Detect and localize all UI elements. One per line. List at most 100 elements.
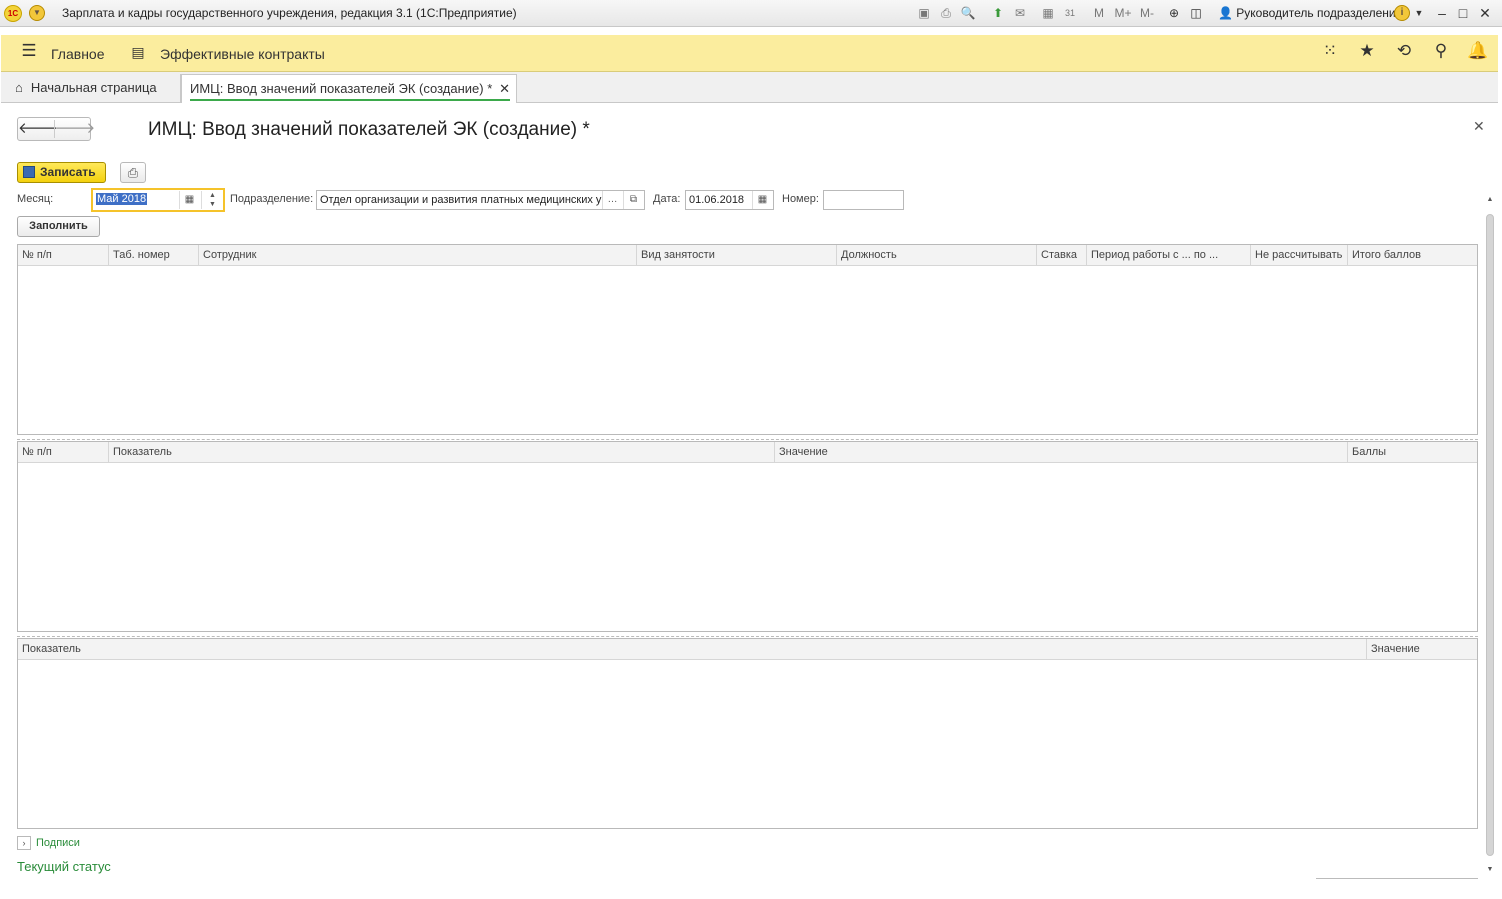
main-menu-dropdown-icon[interactable]: ▼ bbox=[29, 5, 45, 21]
active-tab-indicator bbox=[190, 99, 510, 101]
form-title: ИМЦ: Ввод значений показателей ЭК (созда… bbox=[148, 119, 590, 140]
window-titlebar: 1С ▼ Зарплата и кадры государственного у… bbox=[0, 0, 1502, 27]
calendar-icon[interactable]: 31 bbox=[1062, 5, 1078, 22]
history-icon[interactable]: ⟲ bbox=[1392, 41, 1416, 61]
search-icon[interactable]: ⚲ bbox=[1429, 41, 1453, 61]
current-status-label: Текущий статус bbox=[17, 859, 111, 874]
user-icon: 👤 bbox=[1218, 6, 1233, 20]
col-row-number[interactable]: № п/п bbox=[18, 442, 108, 462]
info-icon[interactable]: i bbox=[1394, 5, 1410, 21]
indicator-values-table[interactable]: Показатель Значение bbox=[17, 638, 1478, 829]
col-employee[interactable]: Сотрудник bbox=[198, 245, 636, 265]
home-icon: ⌂ bbox=[15, 80, 23, 95]
tab-home[interactable]: ⌂ Начальная страница bbox=[7, 74, 181, 103]
col-employment-type[interactable]: Вид занятости bbox=[636, 245, 836, 265]
open-windows-bar: ⌂ Начальная страница ИМЦ: Ввод значений п… bbox=[1, 72, 1498, 103]
indicator-values-table-header: Показатель Значение bbox=[18, 639, 1477, 660]
save-icon[interactable]: ▣ bbox=[916, 5, 932, 22]
month-stepper[interactable]: ▲ ▼ bbox=[201, 191, 223, 209]
col-tab-number[interactable]: Таб. номер bbox=[108, 245, 198, 265]
col-total-points[interactable]: Итого баллов bbox=[1347, 245, 1477, 265]
indicators-table-header: № п/п Показатель Значение Баллы bbox=[18, 442, 1477, 463]
splitter-1[interactable] bbox=[17, 439, 1478, 440]
date-field[interactable]: 01.06.2018 ▦ bbox=[685, 190, 774, 210]
back-arrow-icon[interactable]: 🡐 bbox=[18, 120, 58, 138]
maximize-button[interactable]: □ bbox=[1453, 3, 1473, 23]
tab-home-label: Начальная страница bbox=[30, 80, 157, 95]
navigation-buttons: 🡐 🡒 bbox=[17, 117, 95, 141]
notifications-bell-icon[interactable]: 🔔 bbox=[1466, 41, 1490, 61]
close-tab-icon[interactable]: ✕ bbox=[499, 81, 510, 97]
close-window-button[interactable]: ✕ bbox=[1475, 3, 1495, 23]
division-value: Отдел организации и развития платных мед… bbox=[320, 194, 602, 206]
printer-icon: ⎙ bbox=[127, 165, 139, 180]
fill-button[interactable]: Заполнить bbox=[17, 216, 100, 237]
division-label: Подразделение: bbox=[230, 193, 314, 205]
col-indicator[interactable]: Показатель bbox=[108, 442, 774, 462]
scrollbar-thumb[interactable] bbox=[1486, 214, 1494, 856]
window-title: Зарплата и кадры государственного учрежд… bbox=[62, 6, 517, 20]
scroll-up-icon[interactable]: ▲ bbox=[1485, 196, 1495, 203]
indicators-table[interactable]: № п/п Показатель Значение Баллы bbox=[17, 441, 1478, 632]
col-indicator[interactable]: Показатель bbox=[18, 639, 1366, 659]
number-field[interactable] bbox=[823, 190, 904, 210]
col-work-period[interactable]: Период работы с ... по ... bbox=[1086, 245, 1250, 265]
save-button-label: Записать bbox=[40, 165, 96, 179]
chevron-down-icon[interactable]: ▼ bbox=[1413, 5, 1425, 22]
col-value[interactable]: Значение bbox=[774, 442, 1347, 462]
section-panel: ☰ Главное ▤ Эффективные контракты ⁙ ★ ⟲ … bbox=[1, 35, 1498, 72]
month-field[interactable]: Май 2018 ▦ ▲ ▼ bbox=[91, 188, 225, 212]
signatures-group[interactable]: › Подписи bbox=[17, 836, 80, 850]
minimize-button[interactable]: – bbox=[1432, 3, 1452, 23]
date-value: 01.06.2018 bbox=[689, 194, 745, 206]
upload-icon[interactable]: ⬆ bbox=[990, 5, 1006, 22]
forward-arrow-icon[interactable]: 🡒 bbox=[54, 120, 95, 138]
zoom-icon[interactable]: ⊕ bbox=[1166, 5, 1182, 22]
user-name: Руководитель подразделения bbox=[1236, 6, 1403, 20]
col-points[interactable]: Баллы bbox=[1347, 442, 1477, 462]
preview-icon[interactable]: 🔍 bbox=[960, 5, 976, 22]
save-button[interactable]: Записать bbox=[17, 162, 106, 183]
section-main[interactable]: Главное bbox=[51, 46, 105, 62]
panels-icon[interactable]: ◫ bbox=[1188, 5, 1204, 22]
number-label: Номер: bbox=[782, 193, 819, 205]
print-icon[interactable]: ⎙ bbox=[938, 5, 954, 22]
envelope-icon[interactable]: ✉ bbox=[1012, 5, 1028, 22]
favorites-star-icon[interactable]: ★ bbox=[1355, 41, 1379, 61]
col-value[interactable]: Значение bbox=[1366, 639, 1477, 659]
1c-logo-icon: 1С bbox=[4, 5, 22, 22]
open-link-icon[interactable]: ⧉ bbox=[623, 191, 643, 209]
employees-table[interactable]: № п/п Таб. номер Сотрудник Вид занятости… bbox=[17, 244, 1478, 435]
employees-table-header: № п/п Таб. номер Сотрудник Вид занятости… bbox=[18, 245, 1477, 266]
calculator-icon[interactable]: ▦ bbox=[1040, 5, 1056, 22]
month-label: Месяц: bbox=[17, 193, 54, 205]
memory-plus-button[interactable]: M+ bbox=[1113, 5, 1133, 22]
scroll-down-icon[interactable]: ▼ bbox=[1485, 866, 1495, 873]
form-scrollbar[interactable]: ▲ ▼ bbox=[1485, 196, 1495, 878]
close-form-icon[interactable]: ✕ bbox=[1473, 118, 1485, 135]
calendar-icon[interactable]: ▦ bbox=[179, 191, 199, 209]
chevron-right-icon[interactable]: › bbox=[17, 836, 31, 850]
splitter-2[interactable] bbox=[17, 636, 1478, 637]
current-user[interactable]: 👤 Руководитель подразделения bbox=[1218, 6, 1402, 20]
month-value: Май 2018 bbox=[96, 193, 148, 205]
col-position[interactable]: Должность bbox=[836, 245, 1036, 265]
status-field-edge bbox=[1316, 878, 1478, 879]
document-icon: ▤ bbox=[131, 44, 145, 60]
print-button[interactable]: ⎙ bbox=[120, 162, 146, 183]
floppy-disk-icon bbox=[23, 166, 35, 178]
col-rate[interactable]: Ставка bbox=[1036, 245, 1086, 265]
section-effective-contracts[interactable]: Эффективные контракты bbox=[160, 46, 325, 62]
date-label: Дата: bbox=[653, 193, 681, 205]
hamburger-menu-icon[interactable]: ☰ bbox=[17, 41, 41, 61]
division-field[interactable]: Отдел организации и развития платных мед… bbox=[316, 190, 645, 210]
signatures-label: Подписи bbox=[36, 836, 80, 849]
apps-grid-icon[interactable]: ⁙ bbox=[1318, 41, 1342, 61]
memory-m-button[interactable]: M bbox=[1092, 5, 1106, 22]
col-row-number[interactable]: № п/п bbox=[18, 245, 108, 265]
tab-form[interactable]: ИМЦ: Ввод значений показателей ЭК (созда… bbox=[181, 74, 517, 103]
select-ellipsis-button[interactable]: … bbox=[602, 191, 622, 209]
memory-minus-button[interactable]: M- bbox=[1137, 5, 1157, 22]
col-do-not-calculate[interactable]: Не рассчитывать bbox=[1250, 245, 1347, 265]
date-calendar-icon[interactable]: ▦ bbox=[752, 191, 772, 209]
